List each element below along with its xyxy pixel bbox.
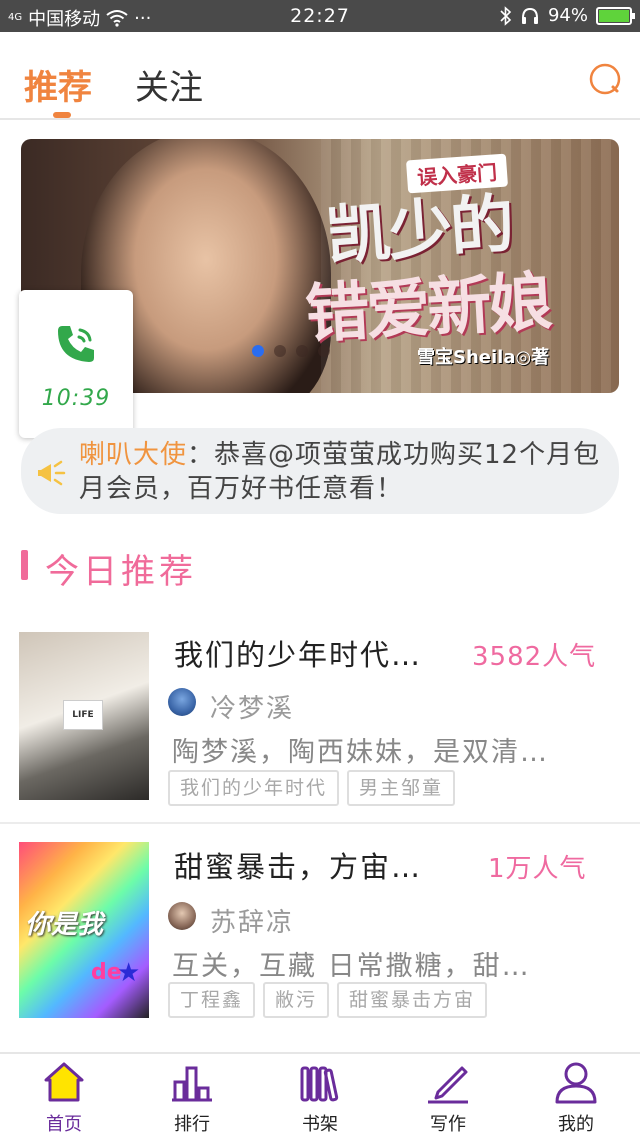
nav-bookshelf[interactable]: 书架	[256, 1054, 384, 1138]
nav-label: 书架	[302, 1114, 338, 1135]
carousel-dot[interactable]	[252, 345, 264, 357]
nav-label: 我的	[558, 1114, 594, 1135]
notice-bar[interactable]: 喇叭大使：恭喜@项萤萤成功购买12个月包月会员，百万好书任意看！	[21, 428, 619, 514]
book-popularity: 3582人气	[472, 642, 597, 672]
banner-author: 雪宝Sheila◎著	[417, 347, 550, 368]
section-title: 今日推荐	[45, 552, 197, 592]
section-marker	[21, 550, 28, 580]
search-icon[interactable]	[588, 62, 622, 96]
book-author: 苏辞凉	[210, 908, 295, 938]
notice-speaker: 喇叭大使	[79, 440, 188, 470]
active-tab-indicator	[53, 112, 71, 118]
book-tag[interactable]: 丁程鑫	[168, 982, 256, 1018]
profile-icon	[555, 1062, 597, 1104]
book-description: 互关，互藏 日常撒糖，甜…	[172, 951, 531, 982]
carousel-dots	[252, 345, 330, 357]
star-icon: ★	[117, 958, 141, 988]
battery-percent: 94%	[547, 5, 588, 26]
nav-label: 排行	[174, 1114, 210, 1135]
book-tag[interactable]: 男主邹童	[347, 770, 456, 806]
carousel-dot[interactable]	[274, 345, 286, 357]
book-description: 陶梦溪，陶西妹妹，是双清…	[172, 737, 549, 768]
call-duration: 10:39	[41, 386, 111, 411]
tab-recommend[interactable]: 推荐	[24, 60, 92, 109]
cover-label: LIFE	[63, 700, 103, 730]
home-icon	[44, 1062, 84, 1102]
ranking-icon	[172, 1066, 212, 1102]
book-author: 冷梦溪	[210, 694, 295, 724]
battery-icon	[596, 6, 635, 25]
call-bubble[interactable]: 10:39	[19, 290, 133, 438]
book-tag[interactable]: 甜蜜暴击方宙	[337, 982, 488, 1018]
top-tab-bar: 推荐 关注	[0, 32, 640, 120]
nav-profile[interactable]: 我的	[512, 1054, 640, 1138]
nav-write[interactable]: 写作	[384, 1054, 512, 1138]
nav-label: 写作	[430, 1114, 466, 1135]
notice-text: 喇叭大使：恭喜@项萤萤成功购买12个月包月会员，百万好书任意看！	[79, 438, 614, 506]
author-avatar	[168, 688, 196, 716]
phone-icon	[58, 326, 94, 362]
book-card[interactable]: 你是我 de ★ 甜蜜暴击，方宙… 1万人气 苏辞凉 互关，互藏 日常撒糖，甜……	[0, 826, 640, 1038]
book-cover: 你是我 de ★	[19, 842, 149, 1018]
headphone-icon	[521, 7, 538, 24]
megaphone-icon	[38, 460, 66, 486]
book-cover: LIFE	[19, 632, 149, 800]
carousel-dot[interactable]	[318, 345, 330, 357]
book-tag[interactable]: 我们的少年时代	[168, 770, 340, 806]
status-bar: 4G 中国移动 ··· 22:27 94%	[0, 0, 640, 32]
tab-follow[interactable]: 关注	[135, 60, 203, 109]
nav-ranking[interactable]: 排行	[128, 1054, 256, 1138]
book-popularity: 1万人气	[488, 854, 587, 884]
bookshelf-icon	[300, 1066, 339, 1102]
status-right: 94%	[500, 5, 635, 26]
cover-text: 你是我	[25, 910, 104, 940]
author-avatar	[168, 902, 196, 930]
banner-title-line2: 错爱新娘	[303, 264, 552, 353]
carousel-dot[interactable]	[296, 345, 308, 357]
book-title: 我们的少年时代…	[174, 638, 423, 672]
bluetooth-icon	[500, 5, 512, 26]
nav-label: 首页	[46, 1114, 82, 1135]
book-tags: 丁程鑫 敝污 甜蜜暴击方宙	[168, 982, 488, 1018]
book-card[interactable]: LIFE 我们的少年时代… 3582人气 冷梦溪 陶梦溪，陶西妹妹，是双清… 我…	[0, 618, 640, 824]
book-tag[interactable]: 敝污	[263, 982, 330, 1018]
pen-icon	[428, 1066, 468, 1104]
bottom-nav: 首页 排行 书架 写作 我的	[0, 1052, 640, 1138]
nav-home[interactable]: 首页	[0, 1054, 128, 1138]
book-tags: 我们的少年时代 男主邹童	[168, 770, 456, 806]
book-title: 甜蜜暴击，方宙…	[174, 850, 423, 884]
